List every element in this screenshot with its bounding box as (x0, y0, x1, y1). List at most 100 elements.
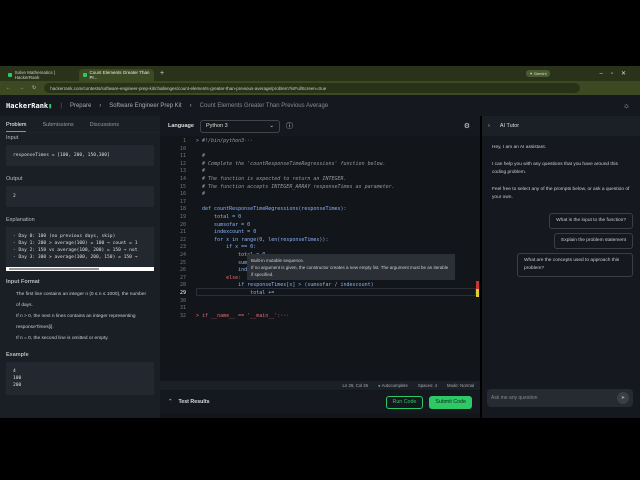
error-marker (476, 281, 479, 289)
tab-submissions[interactable]: Submissions (42, 122, 73, 132)
line-number: 14 (179, 176, 186, 182)
logo-text: HackerRank (6, 101, 49, 110)
code-line[interactable]: 20 sumsofar = 0 (160, 222, 480, 230)
favicon-icon (8, 73, 12, 77)
ai-message: Feel free to select any of the prompts b… (492, 186, 630, 201)
line-number: 31 (179, 305, 186, 312)
send-icon[interactable]: ➤ (617, 392, 629, 404)
language-label: Language (168, 123, 194, 129)
tab-problem[interactable]: Problem (6, 122, 27, 132)
line-number: 13 (179, 168, 186, 175)
reload-icon[interactable]: ↻ (32, 85, 36, 91)
input-box: responseTimes = [100, 200, 150,300] (6, 145, 154, 166)
theme-toggle-icon[interactable]: ☼ (623, 101, 630, 110)
line-number: 20 (179, 221, 186, 228)
code-line[interactable]: 32 > if __name__ == '__main__':··· (160, 313, 480, 321)
forward-icon[interactable]: → (19, 85, 24, 91)
code-line[interactable]: 16 # (160, 191, 480, 199)
code-text: > if __name__ == '__main__':··· (196, 312, 290, 319)
output-label: Output (6, 176, 23, 182)
explanation-box: - Day 0: 100 (no previous days, skip) - … (6, 227, 154, 267)
code-line[interactable]: 12 # Complete the 'countResponseTimeRegr… (160, 161, 480, 169)
code-line[interactable]: 18 def countResponseTimeRegressions(resp… (160, 206, 480, 214)
horizontal-scrollbar[interactable] (6, 267, 154, 271)
prompt-chip[interactable]: What is the input to the function? (549, 212, 633, 229)
line-number: 27 (179, 274, 186, 281)
code-line[interactable]: 23 if x == 0: (160, 244, 480, 252)
info-icon[interactable]: ⓘ (286, 121, 293, 131)
gemini-button[interactable]: ✦ Gemini (526, 70, 550, 77)
explanation-label: Explanation (6, 217, 35, 223)
code-line[interactable]: 10 (160, 146, 480, 154)
line-number: 10 (179, 145, 186, 152)
tab-label: Solve Mathematics | HackerRank (14, 70, 56, 80)
code-text: if x == 0: (196, 244, 257, 251)
collapse-chevron-icon[interactable]: › (488, 123, 490, 129)
tab-discussions[interactable]: Discussions (90, 122, 119, 132)
test-results-toggle[interactable]: Test Results (178, 399, 209, 405)
code-line[interactable]: 1 > #!/bin/python3··· (160, 138, 480, 146)
code-text: # The function is expected to return an … (196, 176, 347, 182)
example-box: 4 100 200 (6, 362, 154, 395)
line-number: 15 (179, 183, 186, 190)
code-text: sumsofar = 0 (196, 221, 251, 228)
input-format-label: Input Format (6, 279, 40, 285)
url-input[interactable]: hackerrank.com/contests/software-enginee… (44, 83, 580, 93)
tooltip-body: If no argument is given, the constructor… (251, 265, 449, 277)
line-number: 12 (179, 160, 186, 167)
code-text: # (196, 191, 206, 198)
chevron-down-icon: ⌄ (269, 123, 274, 129)
address-bar-row: ← → ↻ hackerrank.com/contests/software-eng… (0, 81, 640, 95)
run-code-button[interactable]: Run Code (385, 395, 424, 409)
code-text: # Complete the 'countResponseTimeRegress… (196, 160, 386, 167)
editor-bottom-bar: ⌃ Test Results Run Code Submit Code (160, 391, 480, 413)
browser-tab-bar: Solve Mathematics | HackerRank Count Ele… (0, 66, 640, 81)
ai-message: I can help you with any questions that y… (492, 161, 618, 176)
cursor-line-highlight (196, 288, 476, 296)
hackerrank-logo[interactable]: HackerRank▮ (6, 102, 52, 110)
line-number: 30 (179, 297, 186, 304)
breadcrumb-prepare[interactable]: Prepare (70, 103, 91, 109)
back-icon[interactable]: ← (6, 85, 11, 91)
code-line[interactable]: 11 # (160, 153, 480, 161)
language-select[interactable]: Python 3 ⌄ (199, 119, 280, 133)
code-line[interactable]: 15 # The function accepts INTEGER_ARRAY … (160, 184, 480, 192)
browser-tab[interactable]: Solve Mathematics | HackerRank (4, 69, 79, 81)
code-line[interactable]: 22 for x in range(0, len(responseTimes))… (160, 237, 480, 245)
problem-panel: Problem Submissions Discussions Input resp… (0, 116, 160, 418)
code-line[interactable]: 31 (160, 305, 480, 313)
input-format-line: If n = 0, the second line is omitted or … (16, 336, 109, 341)
code-line[interactable]: 19 total = 0 (160, 214, 480, 222)
code-line[interactable]: 30 (160, 298, 480, 306)
new-tab-icon[interactable]: + (160, 70, 164, 77)
code-line[interactable]: 14 # The function is expected to return … (160, 176, 480, 184)
prompt-chip[interactable]: What are the concepts used to approach t… (517, 252, 633, 277)
prompt-chip[interactable]: Explain the problem statement (554, 232, 633, 249)
settings-icon[interactable]: ⚙ (464, 122, 470, 130)
autocomplete-label: Autocomplete (381, 383, 408, 388)
code-text: total = 0 (196, 214, 242, 220)
code-line[interactable]: 13 # (160, 168, 480, 176)
line-number: 25 (179, 259, 186, 266)
mode-setting[interactable]: Mode: Normal (447, 383, 474, 388)
browser-tab-active[interactable]: Count Elements Greater Than Pr... (79, 69, 154, 81)
code-text: # (196, 168, 206, 175)
hover-tooltip: Built-in mutable sequence. If no argumen… (247, 254, 455, 280)
submit-code-button[interactable]: Submit Code (429, 395, 472, 409)
spaces-setting[interactable]: Spaces: 4 (418, 383, 437, 388)
line-number: 24 (179, 252, 186, 258)
chevron-up-icon[interactable]: ⌃ (168, 399, 172, 405)
breadcrumb-kit[interactable]: Software Engineer Prep Kit (109, 103, 181, 109)
window-controls[interactable]: –▫✕ (600, 70, 635, 77)
gemini-label: Gemini (533, 71, 547, 76)
ai-message: Hey, I am an AI assistant. (492, 145, 547, 150)
ask-question-input[interactable]: Ask me any question ➤ (487, 389, 633, 407)
ai-tutor-panel: › AI Tutor Hey, I am an AI assistant. I c… (482, 116, 640, 418)
editor-status-bar: Ln 29, Col 26 ● Autocomplete Spaces: 4 M… (160, 381, 480, 390)
line-number: 26 (179, 267, 186, 274)
line-number: 16 (179, 191, 186, 198)
code-line[interactable]: 17 (160, 199, 480, 207)
code-line[interactable]: 21 indexcount = 0 (160, 229, 480, 237)
line-number: 18 (179, 206, 186, 213)
autocomplete-toggle[interactable]: ● Autocomplete (378, 383, 408, 388)
